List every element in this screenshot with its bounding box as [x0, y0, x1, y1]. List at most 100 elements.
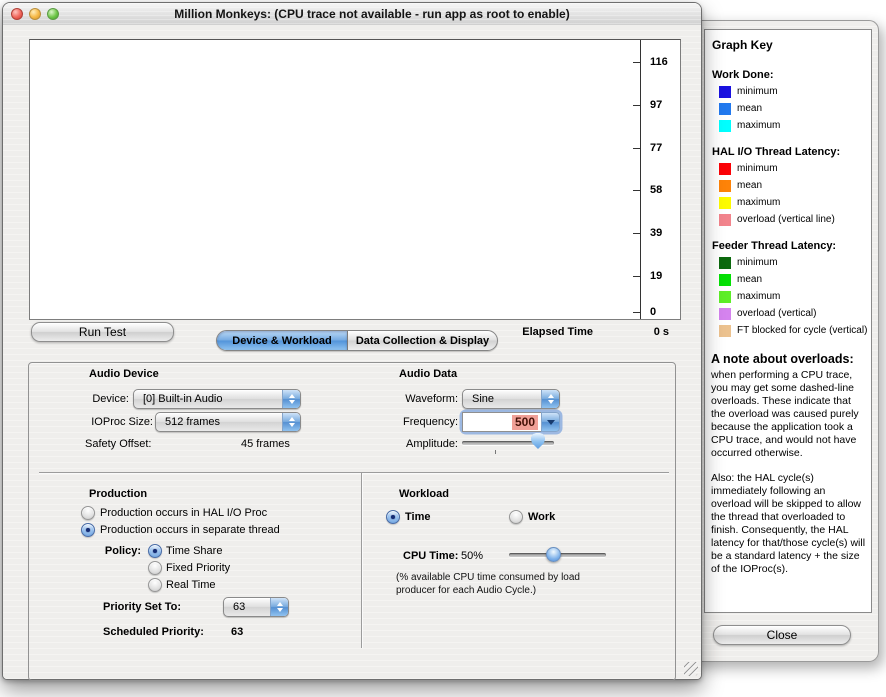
- chevron-down-icon: [547, 420, 555, 425]
- legend-label: maximum: [737, 291, 780, 302]
- popup-arrows-icon: [282, 413, 300, 431]
- workload-heading: Workload: [399, 488, 449, 500]
- legend-item: mean: [719, 273, 867, 286]
- graph-key-drawer: Graph Key Work Done: minimum mean maximu…: [692, 20, 879, 662]
- frequency-value[interactable]: 500: [512, 415, 538, 430]
- y-axis-tick: [633, 190, 640, 191]
- ioproc-size-label: IOProc Size:: [33, 416, 153, 428]
- legend-swatch: [719, 103, 731, 115]
- section-divider-vertical: [361, 473, 362, 648]
- legend-item: FT blocked for cycle (vertical): [719, 324, 867, 337]
- device-label: Device:: [33, 393, 129, 405]
- tab-data-collection-display[interactable]: Data Collection & Display: [348, 331, 497, 350]
- audio-device-heading: Audio Device: [89, 368, 159, 380]
- scheduled-priority-value: 63: [231, 626, 243, 638]
- legend-label: minimum: [737, 163, 778, 174]
- frequency-input[interactable]: 500: [462, 412, 541, 432]
- legend-label: mean: [737, 103, 762, 114]
- radio-production-thread-label: Production occurs in separate thread: [100, 524, 280, 536]
- cpu-time-value: 50%: [461, 550, 483, 562]
- device-popup[interactable]: [0] Built-in Audio: [133, 389, 301, 409]
- waveform-popup-value: Sine: [463, 390, 541, 408]
- minimize-window-button[interactable]: [29, 8, 41, 20]
- y-axis-label: 97: [650, 99, 690, 111]
- safety-offset-label: Safety Offset:: [85, 438, 151, 450]
- scheduled-priority-label: Scheduled Priority:: [103, 626, 204, 638]
- radio-policy-fixed-priority-label: Fixed Priority: [166, 562, 230, 574]
- legend-group-heading-hal-latency: HAL I/O Thread Latency:: [712, 146, 867, 158]
- y-axis-tick: [633, 62, 640, 63]
- frequency-combo[interactable]: 500: [462, 412, 560, 432]
- amplitude-slider-tick: [495, 450, 496, 454]
- run-test-button[interactable]: Run Test: [31, 322, 174, 342]
- section-divider-horizontal: [39, 472, 669, 473]
- legend-swatch: [719, 308, 731, 320]
- waveform-popup[interactable]: Sine: [462, 389, 560, 409]
- popup-arrows-icon: [270, 598, 288, 616]
- legend-item: overload (vertical): [719, 307, 867, 320]
- close-button-label: Close: [767, 628, 798, 642]
- zoom-window-button[interactable]: [47, 8, 59, 20]
- radio-production-hal[interactable]: [81, 506, 95, 520]
- title-bar[interactable]: Million Monkeys: (CPU trace not availabl…: [3, 3, 701, 26]
- y-axis-label: 77: [650, 142, 690, 154]
- legend-swatch: [719, 274, 731, 286]
- graph-key-title: Graph Key: [712, 38, 867, 52]
- legend-item: maximum: [719, 196, 867, 209]
- y-axis-label: 19: [650, 270, 690, 282]
- overloads-note-paragraph-2: Also: the HAL cycle(s) immediately follo…: [711, 472, 867, 576]
- legend-item: minimum: [719, 85, 867, 98]
- resize-grip[interactable]: [684, 662, 698, 676]
- cpu-time-note: (% available CPU time consumed by load p…: [396, 571, 608, 597]
- legend-item: maximum: [719, 119, 867, 132]
- y-axis-tick: [633, 148, 640, 149]
- frequency-dropdown-button[interactable]: [541, 412, 560, 432]
- legend-label: mean: [737, 180, 762, 191]
- legend-label: minimum: [737, 257, 778, 268]
- close-window-button[interactable]: [11, 8, 23, 20]
- legend-label: maximum: [737, 120, 780, 131]
- device-popup-value: [0] Built-in Audio: [134, 390, 282, 408]
- popup-arrows-icon: [541, 390, 559, 408]
- radio-production-thread[interactable]: [81, 523, 95, 537]
- legend-item: overload (vertical line): [719, 213, 867, 226]
- run-test-label: Run Test: [79, 325, 126, 339]
- radio-policy-fixed-priority[interactable]: [148, 561, 162, 575]
- legend-label: overload (vertical): [737, 308, 816, 319]
- radio-workload-work[interactable]: [509, 510, 523, 524]
- legend-swatch: [719, 180, 731, 192]
- safety-offset-value: 45 frames: [241, 438, 290, 450]
- legend-label: maximum: [737, 197, 780, 208]
- radio-policy-real-time[interactable]: [148, 578, 162, 592]
- priority-popup-value: 63: [224, 598, 270, 616]
- legend-item: maximum: [719, 290, 867, 303]
- cpu-time-slider-thumb[interactable]: [546, 547, 561, 562]
- legend-item: mean: [719, 179, 867, 192]
- legend-label: overload (vertical line): [737, 214, 835, 225]
- legend-swatch: [719, 291, 731, 303]
- radio-policy-time-share-label: Time Share: [166, 545, 222, 557]
- radio-policy-real-time-label: Real Time: [166, 579, 216, 591]
- legend-item: mean: [719, 102, 867, 115]
- amplitude-label: Amplitude:: [378, 438, 458, 450]
- legend-swatch: [719, 163, 731, 175]
- graph-plot: 116 97 77 58 39 19 0: [29, 39, 681, 320]
- legend-item: minimum: [719, 256, 867, 269]
- overloads-note-heading: A note about overloads:: [711, 352, 867, 366]
- waveform-label: Waveform:: [378, 393, 458, 405]
- priority-popup[interactable]: 63: [223, 597, 289, 617]
- radio-workload-time[interactable]: [386, 510, 400, 524]
- radio-production-hal-label: Production occurs in HAL I/O Proc: [100, 507, 267, 519]
- close-button[interactable]: Close: [713, 625, 851, 645]
- legend-swatch: [719, 197, 731, 209]
- radio-policy-time-share[interactable]: [148, 544, 162, 558]
- tab-bar: Device & Workload Data Collection & Disp…: [216, 330, 498, 351]
- legend-label: minimum: [737, 86, 778, 97]
- legend-group-heading-feeder-latency: Feeder Thread Latency:: [712, 240, 867, 252]
- ioproc-size-popup[interactable]: 512 frames: [155, 412, 301, 432]
- y-axis-label: 39: [650, 227, 690, 239]
- y-axis-label: 58: [650, 184, 690, 196]
- legend-swatch: [719, 120, 731, 132]
- policy-label: Policy:: [43, 545, 141, 557]
- tab-device-workload[interactable]: Device & Workload: [217, 331, 348, 350]
